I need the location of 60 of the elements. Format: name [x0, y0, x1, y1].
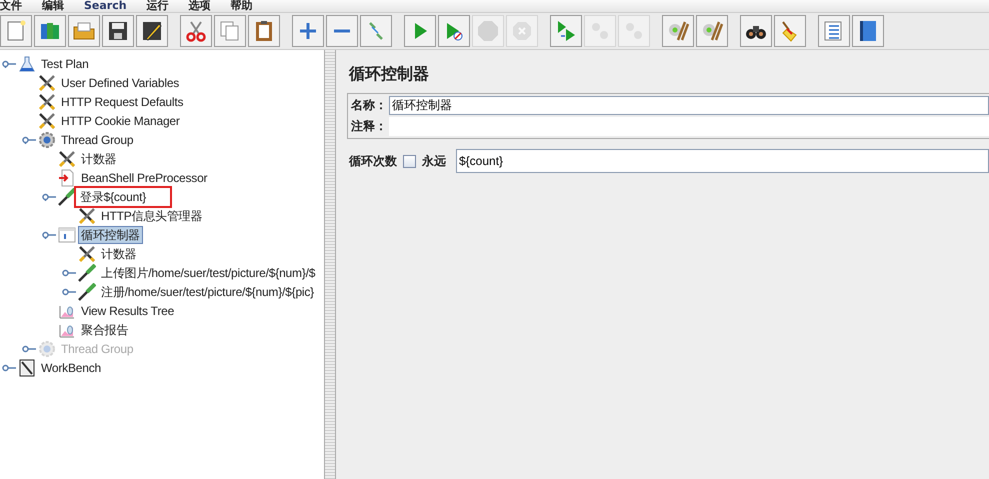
tree-node-label[interactable]: Thread Group [58, 130, 136, 148]
tree-node-label[interactable]: User Defined Variables [58, 74, 182, 92]
gear-broom-icon [666, 19, 690, 43]
tree-node-label[interactable]: HTTP Request Defaults [58, 92, 186, 110]
tree-node-label[interactable]: 登录${count} [74, 186, 172, 208]
comments-label: 注释： [351, 118, 387, 135]
crossed-tools-icon [58, 150, 76, 168]
name-field[interactable]: 循环控制器 [389, 96, 989, 115]
expand-handle-icon[interactable] [42, 230, 56, 238]
expand-handle-icon[interactable] [62, 268, 76, 276]
expand-handle-icon[interactable] [62, 288, 76, 296]
tree-node-label[interactable]: 上传图片/home/suer/test/picture/${num}/$ [98, 264, 318, 282]
gear-brooms-icon [700, 19, 724, 43]
document-arrow-icon [58, 168, 76, 186]
menu-item[interactable]: 运行 [146, 0, 169, 12]
scissors-icon [184, 19, 208, 43]
notepad-icon [18, 358, 36, 376]
floppy-pencil-icon [140, 19, 164, 43]
loop-count-field[interactable]: ${count} [456, 149, 989, 173]
tree-node-label[interactable]: View Results Tree [78, 302, 178, 320]
toolbar-button[interactable] [852, 15, 884, 47]
loop-box-icon [58, 226, 76, 244]
flask-icon [18, 54, 36, 72]
pipette-icon [58, 188, 76, 206]
tree-node-label[interactable]: HTTP信息头管理器 [98, 206, 206, 224]
toolbar-button[interactable] [102, 15, 134, 47]
menu-item[interactable]: Search [84, 0, 127, 12]
crossed-tools-icon [38, 74, 56, 92]
toolbar-button[interactable] [136, 15, 168, 47]
menu-item[interactable]: 帮助 [230, 0, 253, 12]
forever-checkbox[interactable] [403, 154, 416, 168]
tree-node-label[interactable]: BeanShell PreProcessor [78, 168, 210, 186]
loop-count-label: 循环次数 [349, 152, 397, 170]
tree-node-label[interactable]: Test Plan [38, 54, 92, 72]
expand-handle-icon[interactable] [22, 136, 36, 144]
gear-icon [38, 130, 56, 148]
crossed-tools-icon [38, 112, 56, 130]
forever-label: 永远 [422, 152, 446, 170]
tree-node-label[interactable]: 计数器 [78, 150, 120, 168]
tree-node-label[interactable]: 循环控制器 [78, 226, 144, 244]
tree-node-label[interactable]: 聚合报告 [78, 320, 132, 338]
panel-title: 循环控制器 [348, 63, 430, 85]
gear-icon [38, 340, 56, 358]
expand-handle-icon[interactable] [2, 60, 16, 68]
pipette-icon [78, 282, 96, 300]
tree-node-label[interactable]: WorkBench [38, 358, 104, 376]
crossed-tools-icon [78, 244, 96, 262]
expand-handle-icon[interactable] [42, 192, 56, 200]
tree-node-label[interactable]: HTTP Cookie Manager [58, 112, 183, 130]
pipette-icon [78, 264, 96, 282]
octagon-x-icon [510, 19, 534, 43]
tree-node-label[interactable]: 计数器 [98, 244, 140, 262]
crossed-tools-icon [78, 206, 96, 224]
stop-sign-icon [476, 19, 500, 43]
menu-item[interactable]: 选项 [188, 0, 211, 12]
toolbar-button[interactable] [740, 15, 772, 47]
crossed-tools-icon [38, 92, 56, 110]
tree-node-label[interactable]: 注册/home/suer/test/picture/${num}/${pic} [98, 282, 317, 300]
expand-handle-icon[interactable] [2, 364, 16, 372]
name-label: 名称： [351, 97, 387, 114]
